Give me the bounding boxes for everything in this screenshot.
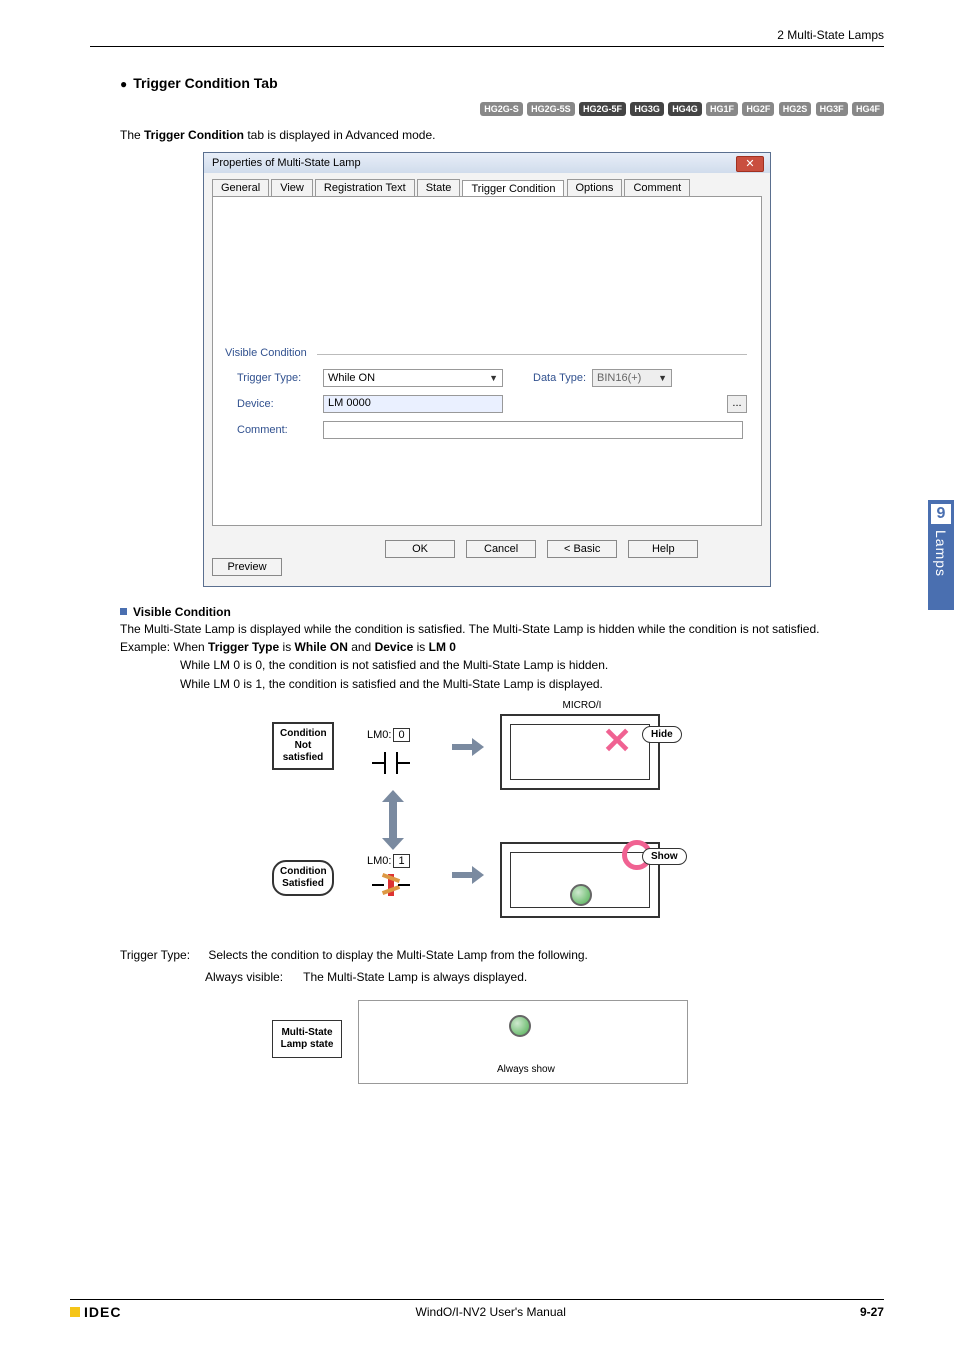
device-input[interactable]: LM 0000 <box>323 395 503 413</box>
comment-label: Comment: <box>237 424 323 436</box>
data-type-select[interactable]: BIN16(+)▼ <box>592 369 672 387</box>
trigger-type-label: Trigger Type: <box>237 372 323 384</box>
tab-registration-text[interactable]: Registration Text <box>315 179 415 196</box>
data-type-label: Data Type: <box>533 372 586 384</box>
ok-button[interactable]: OK <box>385 540 455 558</box>
microi-label: MICRO/I <box>542 700 622 711</box>
tab-comment[interactable]: Comment <box>624 179 690 196</box>
model-badges: HG2G-S HG2G-5S HG2G-5F HG3G HG4G HG1F HG… <box>90 101 884 116</box>
badge: HG2S <box>779 102 812 116</box>
relay-open-icon <box>372 752 412 774</box>
visible-condition-heading: Visible Condition <box>120 605 884 619</box>
dialog-titlebar: Properties of Multi-State Lamp ✕ <box>204 153 770 173</box>
badge: HG1F <box>706 102 738 116</box>
chapter-side-tab: 9 Lamps <box>928 500 954 610</box>
trigger-type-term: Trigger Type: <box>120 948 205 962</box>
always-visible-term: Always visible: <box>205 970 300 984</box>
comment-input[interactable] <box>323 421 743 439</box>
trigger-type-desc: Selects the condition to display the Mul… <box>208 948 588 962</box>
chevron-down-icon: ▼ <box>658 373 667 383</box>
section-title: Trigger Condition Tab <box>120 75 884 91</box>
show-bubble: Show <box>642 848 687 865</box>
badge: HG2F <box>742 102 774 116</box>
badge: HG4G <box>668 102 702 116</box>
hide-x-icon: ✕ <box>602 720 632 762</box>
badge: HG3F <box>816 102 848 116</box>
tab-state[interactable]: State <box>417 179 461 196</box>
condition-satisfied-box: ConditionSatisfied <box>272 860 334 896</box>
condition-not-satisfied-box: ConditionNotsatisfied <box>272 722 334 770</box>
section-title-bold: Trigger Condition <box>133 75 250 91</box>
header-rule <box>90 46 884 47</box>
visible-condition-body: The Multi-State Lamp is displayed while … <box>120 621 884 637</box>
section-title-suffix: Tab <box>250 75 278 91</box>
help-button[interactable]: Help <box>628 540 698 558</box>
example-line-2: While LM 0 is 0, the condition is not sa… <box>180 657 884 673</box>
device-label: Device: <box>237 398 323 410</box>
arrow-right-icon <box>452 868 482 882</box>
badge: HG4F <box>852 102 884 116</box>
breadcrumb: 2 Multi-State Lamps <box>90 28 884 42</box>
dialog-button-row: OK Cancel < Basic Help Preview <box>204 534 770 586</box>
cancel-button[interactable]: Cancel <box>466 540 536 558</box>
brand-logo: IDEC <box>70 1304 121 1320</box>
chapter-label: Lamps <box>933 530 949 577</box>
relay-closed-icon <box>372 874 412 896</box>
brand-square-icon <box>70 1307 80 1317</box>
preview-button[interactable]: Preview <box>212 558 282 576</box>
intro-text: The Trigger Condition tab is displayed i… <box>120 128 884 142</box>
always-visible-def: Always visible: The Multi-State Lamp is … <box>205 970 884 984</box>
lm0-1: LM0:1 <box>367 854 410 868</box>
basic-button[interactable]: < Basic <box>547 540 617 558</box>
square-bullet-icon <box>120 608 127 615</box>
tab-general[interactable]: General <box>212 179 269 196</box>
properties-dialog: Properties of Multi-State Lamp ✕ General… <box>203 152 771 587</box>
lamp-on-icon <box>570 884 592 906</box>
dialog-tabs: General View Registration Text State Tri… <box>204 173 770 196</box>
arrow-right-icon <box>452 740 482 754</box>
multistate-lamp-state-box: Multi-StateLamp state <box>272 1020 342 1058</box>
badge: HG2G-5F <box>579 102 626 116</box>
fieldset-label: Visible Condition <box>225 347 307 359</box>
dialog-title: Properties of Multi-State Lamp <box>212 157 361 169</box>
chapter-number: 9 <box>931 504 951 524</box>
badge: HG2G-5S <box>527 102 575 116</box>
hmi-screen-top <box>500 714 660 790</box>
example-line-3: While LM 0 is 1, the condition is satisf… <box>180 676 884 692</box>
tab-options[interactable]: Options <box>567 179 623 196</box>
chevron-down-icon: ▼ <box>489 373 498 383</box>
fieldset-line <box>317 354 747 355</box>
always-show-caption: Always show <box>497 1064 555 1075</box>
always-visible-desc: The Multi-State Lamp is always displayed… <box>303 970 527 984</box>
close-button[interactable]: ✕ <box>736 156 764 172</box>
hide-bubble: Hide <box>642 726 682 743</box>
badge: HG2G-S <box>480 102 523 116</box>
page-number: 9-27 <box>860 1305 884 1319</box>
page-footer: IDEC WindO/I-NV2 User's Manual 9-27 <box>70 1299 884 1320</box>
lamp-on-icon <box>509 1015 531 1037</box>
tab-trigger-condition[interactable]: Trigger Condition <box>462 180 564 197</box>
lm0-0: LM0:0 <box>367 728 410 742</box>
device-browse-button[interactable]: ... <box>727 395 747 413</box>
badge: HG3G <box>630 102 664 116</box>
trigger-type-select[interactable]: While ON▼ <box>323 369 503 387</box>
condition-diagram: MICRO/I ConditionNotsatisfied LM0:0 ✕ Hi… <box>272 702 702 932</box>
up-down-arrow-icon <box>382 800 404 840</box>
example-line: Example: When Trigger Type is While ON a… <box>120 639 884 655</box>
always-show-diagram: Multi-StateLamp state Always show <box>272 994 702 1094</box>
tab-view[interactable]: View <box>271 179 313 196</box>
footer-center: WindO/I-NV2 User's Manual <box>416 1305 566 1319</box>
trigger-type-def: Trigger Type: Selects the condition to d… <box>120 948 884 962</box>
dialog-body: Visible Condition Trigger Type: While ON… <box>212 196 762 526</box>
